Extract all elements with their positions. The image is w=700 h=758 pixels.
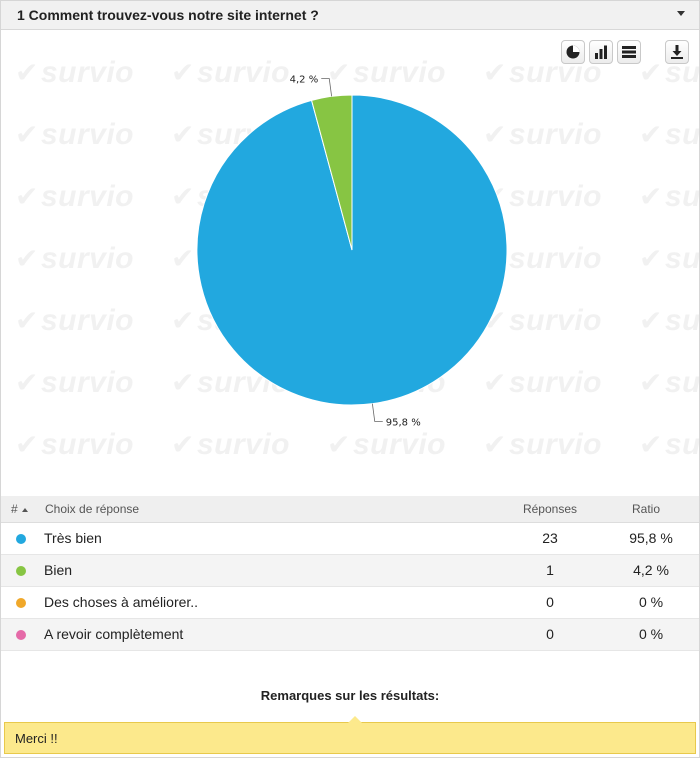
ratio-header[interactable]: Ratio: [601, 502, 691, 516]
series-color-dot: [16, 566, 26, 576]
chart-toolbar: [549, 40, 689, 64]
response-count: 1: [546, 562, 554, 578]
table-header: # Choix de réponse Réponses Ratio: [1, 496, 699, 523]
bar-chart-button[interactable]: [589, 40, 613, 64]
index-header[interactable]: #: [11, 502, 28, 516]
pie-chart: 95,8 % 4,2 %: [196, 75, 508, 428]
download-button[interactable]: [665, 40, 689, 64]
table-row: A revoir complètement 0 0 %: [1, 619, 699, 651]
choice-label: Bien: [44, 562, 73, 578]
pie-chart-icon: [566, 45, 580, 59]
remarks-box: Merci !!: [4, 716, 696, 754]
response-ratio: 0 %: [638, 594, 664, 610]
pie-chart-button[interactable]: [561, 40, 585, 64]
response-ratio: 4,2 %: [633, 562, 669, 578]
response-count: 23: [542, 530, 558, 546]
results-table: # Choix de réponse Réponses Ratio Très b…: [1, 496, 699, 651]
response-ratio: 95,8 %: [629, 530, 673, 546]
series-color-dot: [16, 598, 26, 608]
data-label-leader: [321, 78, 333, 97]
download-icon: [671, 45, 683, 59]
table-row: Très bien 23 95,8 %: [1, 523, 699, 555]
data-label-leader: [371, 403, 383, 422]
series-color-dot: [16, 630, 26, 640]
bar-chart-icon: [595, 45, 607, 59]
collapse-chevron-icon[interactable]: [677, 11, 685, 16]
choice-label: A revoir complètement: [44, 626, 184, 642]
response-count: 0: [546, 626, 554, 642]
response-ratio: 0 %: [638, 626, 664, 642]
choice-label: Très bien: [44, 530, 102, 546]
response-count: 0: [546, 594, 554, 610]
question-header[interactable]: 1 Comment trouvez-vous notre site intern…: [1, 1, 699, 30]
table-icon: [622, 46, 636, 58]
pie-data-label: 95,8 %: [386, 417, 421, 428]
series-color-dot: [16, 534, 26, 544]
remarks-title: Remarques sur les résultats:: [260, 688, 440, 703]
remarks-notch: [348, 716, 362, 723]
chart-area: ✔survio✔survio✔survio✔survio✔survio✔surv…: [1, 30, 699, 496]
table-row: Bien 1 4,2 %: [1, 555, 699, 587]
sort-asc-icon: [21, 508, 28, 512]
question-panel: 1 Comment trouvez-vous notre site intern…: [0, 0, 700, 758]
pie-data-label: 4,2 %: [290, 75, 319, 86]
choice-header[interactable]: Choix de réponse: [45, 502, 139, 516]
table-row: Des choses à améliorer.. 0 0 %: [1, 587, 699, 619]
table-view-button[interactable]: [617, 40, 641, 64]
remarks-text: Merci !!: [15, 731, 58, 746]
question-title: 1 Comment trouvez-vous notre site intern…: [17, 7, 319, 23]
responses-header[interactable]: Réponses: [521, 502, 579, 516]
choice-label: Des choses à améliorer..: [44, 594, 199, 610]
